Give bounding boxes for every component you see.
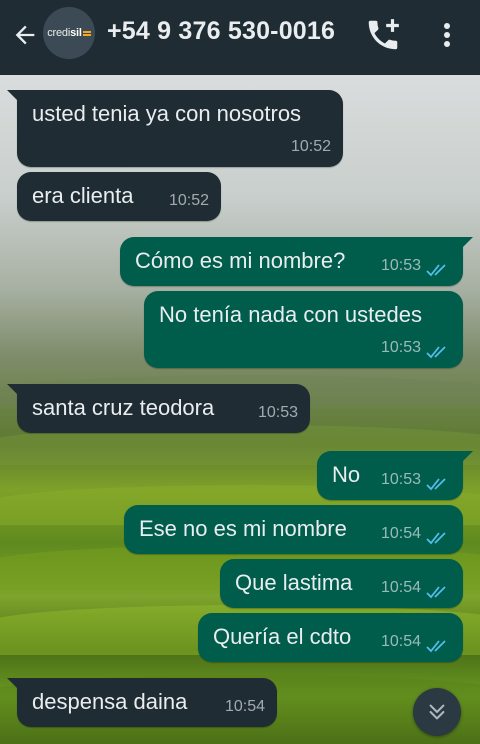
- message-text: Que lastima: [235, 570, 353, 595]
- add-call-icon: [368, 19, 399, 50]
- message-time: 10:54: [380, 579, 421, 596]
- chevron-double-down-icon: [429, 704, 445, 720]
- message-bubble-incoming[interactable]: despensa daina 10:54: [7, 678, 277, 727]
- read-ticks-icon: [426, 640, 446, 653]
- message-time: 10:53: [380, 339, 421, 356]
- message-time: 10:54: [380, 525, 421, 542]
- message-text: era clienta: [32, 183, 134, 208]
- message-text: usted tenia ya con nosotros: [32, 101, 302, 126]
- read-ticks-icon: [426, 264, 446, 277]
- message-time: 10:53: [380, 257, 421, 274]
- scroll-to-bottom-button[interactable]: [413, 688, 461, 736]
- chat-header: credisil +54 9 376 530-0016: [0, 0, 480, 75]
- more-options-button[interactable]: [432, 18, 462, 52]
- add-call-button[interactable]: [364, 16, 402, 54]
- read-ticks-icon: [426, 586, 446, 599]
- message-bubble-incoming[interactable]: usted tenia ya con nosotros 10:52: [7, 90, 343, 167]
- message-bubble-outgoing[interactable]: No tenía nada con ustedes 10:53: [144, 291, 463, 368]
- avatar[interactable]: credisil: [43, 7, 95, 59]
- message-text: despensa daina: [32, 689, 188, 714]
- message-text: Ese no es mi nombre: [139, 516, 347, 541]
- message-bubble-outgoing[interactable]: Que lastima 10:54: [220, 559, 463, 608]
- avatar-logo: credisil: [47, 27, 91, 39]
- message-text: Quería el cdto: [213, 624, 352, 649]
- message-text: No: [332, 462, 361, 487]
- message-time: 10:54: [224, 698, 265, 715]
- message-bubble-outgoing[interactable]: Quería el cdto 10:54: [198, 613, 463, 662]
- message-time: 10:52: [168, 192, 209, 209]
- message-time: 10:52: [290, 138, 331, 155]
- message-bubble-outgoing[interactable]: No 10:53: [317, 451, 473, 500]
- message-time: 10:53: [380, 471, 421, 488]
- message-text: santa cruz teodora: [32, 395, 215, 420]
- read-ticks-icon: [426, 478, 446, 491]
- read-ticks-icon: [426, 346, 446, 359]
- message-time: 10:54: [380, 633, 421, 650]
- message-bubble-outgoing[interactable]: Cómo es mi nombre? 10:53: [120, 237, 473, 286]
- arrow-left-icon: [15, 25, 35, 45]
- back-button[interactable]: [8, 18, 42, 52]
- message-text: Cómo es mi nombre?: [135, 248, 346, 273]
- read-ticks-icon: [426, 532, 446, 545]
- message-text: No tenía nada con ustedes: [159, 302, 422, 327]
- message-bubble-incoming[interactable]: santa cruz teodora 10:53: [7, 384, 310, 433]
- contact-name[interactable]: +54 9 376 530-0016: [107, 17, 335, 46]
- message-bubble-incoming[interactable]: era clienta 10:52: [17, 172, 221, 221]
- more-vert-icon: [444, 23, 450, 47]
- message-bubble-outgoing[interactable]: Ese no es mi nombre 10:54: [124, 505, 463, 554]
- message-time: 10:53: [257, 404, 298, 421]
